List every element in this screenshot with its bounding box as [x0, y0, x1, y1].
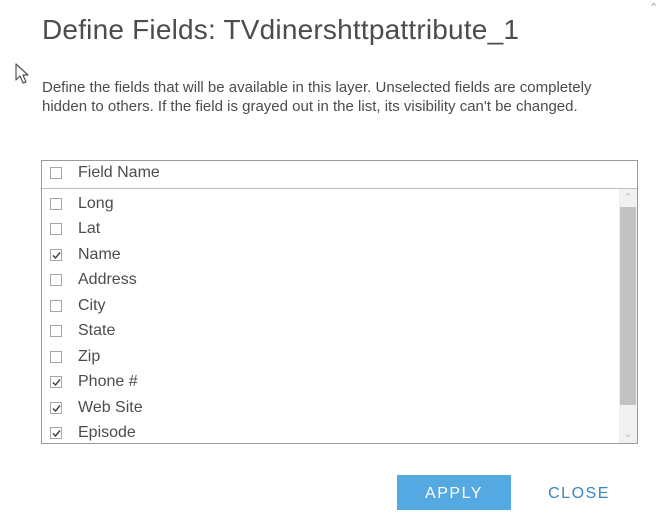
- field-checkbox[interactable]: [50, 402, 62, 414]
- field-checkbox[interactable]: [50, 427, 62, 439]
- field-label: Long: [78, 195, 114, 212]
- field-checkbox[interactable]: [50, 325, 62, 337]
- dialog-description: Define the fields that will be available…: [42, 79, 592, 115]
- apply-button[interactable]: APPLY: [397, 475, 511, 510]
- dialog-title: Define Fields: TVdinershttpattribute_1: [42, 14, 520, 45]
- select-all-checkbox[interactable]: [50, 167, 62, 179]
- field-label: Web Site: [78, 399, 143, 416]
- define-fields-dialog: ⌃ Define Fields: TVdinershttpattribute_1…: [0, 0, 660, 510]
- field-row-web-site[interactable]: Web Site: [42, 396, 618, 421]
- field-row-lat[interactable]: Lat: [42, 217, 618, 242]
- field-row-zip[interactable]: Zip: [42, 345, 618, 370]
- field-row-phone[interactable]: Phone #: [42, 370, 618, 395]
- cursor-pointer-icon: [15, 63, 29, 84]
- chevron-up-icon[interactable]: ⌃: [619, 189, 637, 207]
- field-row-long[interactable]: Long: [42, 192, 618, 217]
- field-list-header: Field Name: [42, 161, 637, 189]
- field-label: Phone #: [78, 373, 138, 390]
- field-checkbox[interactable]: [50, 351, 62, 363]
- field-row-state[interactable]: State: [42, 319, 618, 344]
- field-label: City: [78, 297, 106, 314]
- field-list: Field Name Long Lat Name Address City St…: [41, 160, 638, 444]
- field-checkbox[interactable]: [50, 376, 62, 388]
- field-checkbox[interactable]: [50, 198, 62, 210]
- check-icon: [52, 430, 61, 438]
- field-list-scrollbar[interactable]: ⌃ ⌄: [619, 189, 637, 443]
- field-checkbox[interactable]: [50, 300, 62, 312]
- field-label: Name: [78, 246, 121, 263]
- field-label: State: [78, 322, 116, 339]
- field-row-city[interactable]: City: [42, 294, 618, 319]
- field-label: Zip: [78, 348, 101, 365]
- field-checkbox[interactable]: [50, 274, 62, 286]
- field-checkbox[interactable]: [50, 223, 62, 235]
- close-button[interactable]: CLOSE: [534, 475, 624, 510]
- corner-indicator-icon: ⌃: [649, 2, 659, 14]
- field-label: Address: [78, 271, 137, 288]
- check-icon: [52, 405, 61, 413]
- scrollbar-thumb[interactable]: [620, 207, 636, 405]
- field-name-header: Field Name: [78, 164, 160, 181]
- check-icon: [52, 252, 61, 260]
- check-icon: [52, 379, 61, 387]
- chevron-down-icon[interactable]: ⌄: [619, 425, 637, 443]
- field-label: Episode: [78, 424, 136, 441]
- field-label: Lat: [78, 220, 101, 237]
- field-row-name[interactable]: Name: [42, 243, 618, 268]
- field-row-address[interactable]: Address: [42, 268, 618, 293]
- field-row-episode[interactable]: Episode: [42, 421, 618, 446]
- field-checkbox[interactable]: [50, 249, 62, 261]
